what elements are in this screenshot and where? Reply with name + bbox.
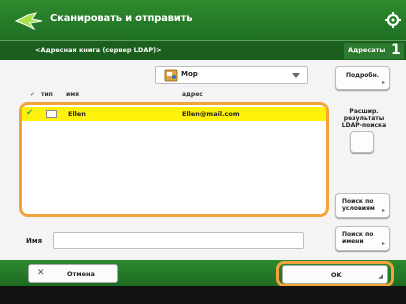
column-header-address[interactable]: адрес [182, 91, 203, 98]
email-type-icon [46, 110, 57, 118]
column-header-type[interactable]: тип [41, 91, 53, 98]
chevron-right-icon: ▸ [381, 207, 385, 214]
details-button[interactable]: Подробн. ▸ [335, 66, 390, 90]
ldap-results-toggle[interactable] [350, 131, 374, 153]
ok-button-label: OK [331, 271, 342, 279]
selected-address-book: Мор [181, 70, 198, 78]
address-book-icon [164, 69, 178, 82]
recipients-count: 1 [391, 42, 401, 58]
name-filter-label: Имя [26, 237, 43, 245]
column-header-check: ✓ [30, 91, 36, 98]
name-filter-input[interactable] [53, 232, 304, 249]
cancel-button-label: Отмена [67, 270, 95, 278]
close-icon: ✕ [37, 268, 45, 278]
row-name: Ellen [68, 110, 86, 118]
search-by-name-label: Поиск по имени [342, 231, 374, 245]
app-header: Сканировать и отправить [0, 0, 406, 40]
ldap-results-label: Расшир. результаты LDAP-поиска [341, 108, 387, 129]
checkmark-icon: ✔ [26, 108, 34, 118]
column-header-name[interactable]: имя [66, 91, 79, 98]
corner-icon: ◢ [378, 273, 383, 280]
chevron-right-icon: ▸ [381, 79, 385, 86]
row-address: Ellen@mail.com [182, 110, 240, 118]
address-book-select[interactable]: Мор [155, 66, 308, 84]
page-title: Сканировать и отправить [50, 13, 193, 24]
cancel-button[interactable]: ✕ Отмена [28, 264, 118, 283]
search-by-conditions-label: Поиск по условиям [342, 198, 375, 212]
breadcrumb: <Адресная книга (сервер LDAP)> [35, 46, 162, 54]
table-row[interactable]: ✔ Ellen Ellen@mail.com [22, 107, 326, 121]
chevron-right-icon: ▸ [381, 240, 385, 247]
details-button-label: Подробн. [345, 72, 380, 79]
scan-send-icon [14, 12, 43, 31]
ok-button[interactable]: OK ◢ [282, 265, 388, 284]
gear-icon[interactable] [385, 12, 401, 28]
search-by-name-button[interactable]: Поиск по имени ▸ [335, 226, 390, 251]
search-by-conditions-button[interactable]: Поиск по условиям ▸ [335, 193, 390, 218]
status-footer [0, 286, 406, 304]
chevron-down-icon [292, 73, 300, 78]
address-book-bar: <Адресная книга (сервер LDAP)> Адресаты … [0, 40, 406, 60]
recipients-label: Адресаты [348, 46, 386, 54]
